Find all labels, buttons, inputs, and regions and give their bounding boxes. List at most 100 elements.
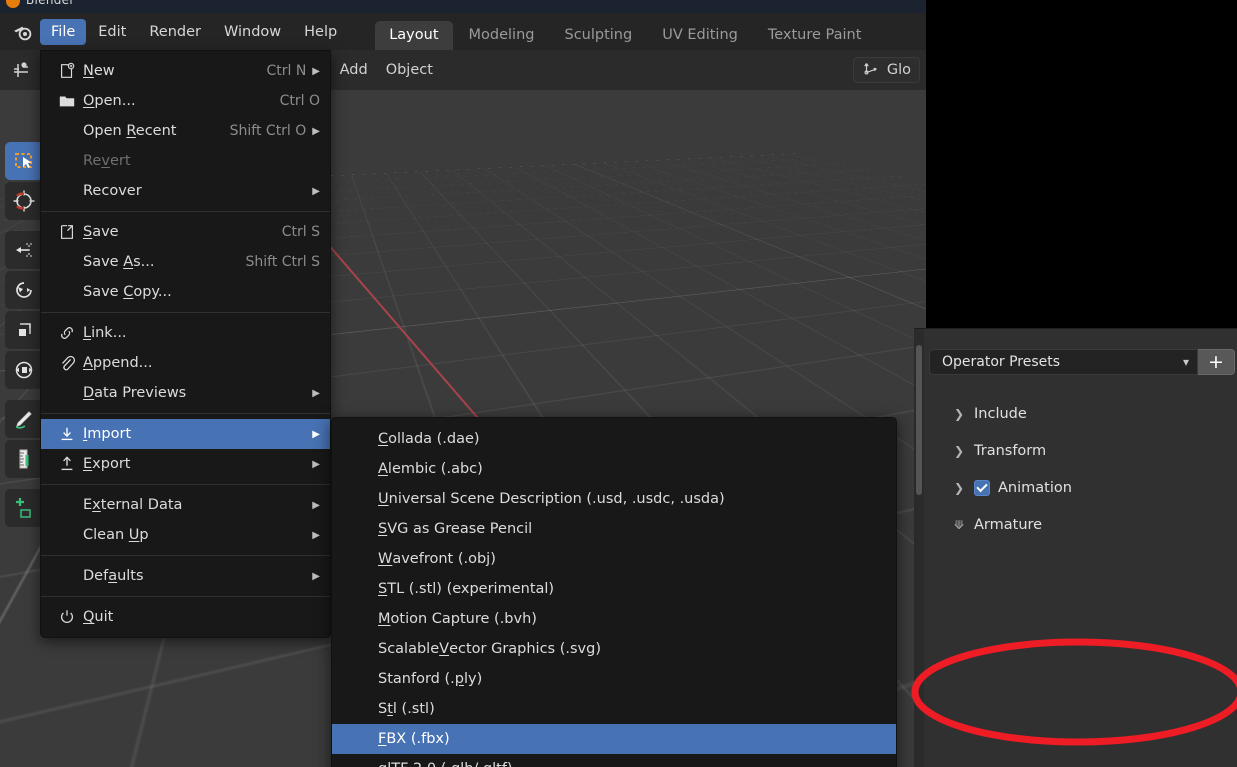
menu-item-append[interactable]: Append...: [41, 348, 330, 378]
menu-render[interactable]: Render: [138, 19, 212, 45]
menu-item-link[interactable]: Link...: [41, 318, 330, 348]
tab-sculpting[interactable]: Sculpting: [550, 21, 646, 50]
import-item-stanford-ply[interactable]: Stanford (. p ly): [332, 664, 896, 694]
operator-presets-dropdown[interactable]: Operator Presets ▾: [929, 349, 1198, 375]
menu-item-revert-label: Revert: [83, 153, 131, 169]
menu-item-open-label: Open...: [83, 93, 136, 109]
section-animation-label: Animation: [998, 480, 1072, 496]
import-item-collada[interactable]: Collada (.dae): [332, 424, 896, 454]
menu-separator: [41, 484, 330, 485]
menu-item-new-shortcut: Ctrl N: [266, 63, 307, 79]
menu-item-import[interactable]: Import ▶: [41, 419, 330, 449]
menu-item-new[interactable]: New Ctrl N ▶: [41, 56, 330, 86]
tool-transform[interactable]: [5, 351, 43, 389]
menu-item-save[interactable]: Save Ctrl S: [41, 217, 330, 247]
menu-item-recover[interactable]: Recover ▶: [41, 176, 330, 206]
menu-item-data-previews-label: Data Previews: [83, 385, 187, 401]
viewport-menu-add[interactable]: Add: [331, 58, 377, 82]
section-animation[interactable]: ❯ Animation: [954, 475, 1237, 501]
import-item-svg-grease-pencil[interactable]: S VG as Grease Pencil: [332, 514, 896, 544]
import-item-gltf[interactable]: glTF 2.0 (.glb/.gltf): [332, 754, 896, 767]
menu-item-append-label: Append...: [83, 355, 153, 371]
export-up-arrow-icon: [51, 455, 83, 473]
tab-modeling[interactable]: Modeling: [455, 21, 549, 50]
menu-item-save-copy[interactable]: Save Copy...: [41, 277, 330, 307]
tab-uv-editing[interactable]: UV Editing: [648, 21, 752, 50]
submenu-arrow-icon: ▶: [312, 387, 320, 399]
menu-item-save-as-shortcut: Shift Ctrl S: [245, 254, 320, 270]
submenu-arrow-icon: ▶: [312, 458, 320, 470]
blender-logo-icon: [6, 0, 20, 8]
import-item-wavefront-obj[interactable]: Wavefront (.obj): [332, 544, 896, 574]
transform-orientation-icon: [862, 59, 880, 81]
workspace-tabs: Layout Modeling Sculpting UV Editing Tex…: [375, 13, 877, 50]
viewport-menu-object[interactable]: Object: [377, 58, 442, 82]
paperclip-icon: [51, 354, 83, 372]
blank-black-region: [926, 0, 1237, 328]
menu-item-open-recent[interactable]: Open Recent Shift Ctrl O ▶: [41, 116, 330, 146]
panel-scrollbar-thumb[interactable]: [916, 345, 922, 495]
menu-item-clean-up-label: Clean Up: [83, 527, 149, 543]
menu-separator: [41, 413, 330, 414]
menu-item-save-as[interactable]: Save As... Shift Ctrl S: [41, 247, 330, 277]
import-item-stl[interactable]: Stl (.stl): [332, 694, 896, 724]
import-item-motion-capture-bvh[interactable]: Motion Capture (.bvh): [332, 604, 896, 634]
tool-cursor[interactable]: [5, 182, 43, 220]
import-item-usd[interactable]: Universal Scene Description (.usd, .usdc…: [332, 484, 896, 514]
menu-item-open-recent-label: Open Recent: [83, 123, 177, 139]
editor-type-icon[interactable]: [6, 57, 36, 83]
power-icon: [51, 608, 83, 626]
tab-texture-paint[interactable]: Texture Paint: [754, 21, 876, 50]
menu-separator: [41, 211, 330, 212]
tool-measure[interactable]: [5, 440, 43, 478]
animation-checkbox[interactable]: [974, 480, 990, 496]
tab-layout[interactable]: Layout: [375, 21, 453, 50]
blender-window: Blender File Edit Render Window Help Lay…: [0, 0, 1237, 767]
tool-annotate[interactable]: [5, 400, 43, 438]
import-item-svg[interactable]: Scalable Vector Graphics (.svg): [332, 634, 896, 664]
section-transform[interactable]: ❯ Transform: [954, 438, 1237, 464]
chevron-right-icon: ❯: [954, 444, 965, 458]
menu-item-export-label: Export: [83, 456, 131, 472]
menu-window[interactable]: Window: [213, 19, 292, 45]
menu-item-data-previews[interactable]: Data Previews ▶: [41, 378, 330, 408]
blender-app-icon[interactable]: [6, 15, 40, 49]
menu-item-open[interactable]: Open... Ctrl O: [41, 86, 330, 116]
chevron-right-icon: ❯: [954, 481, 965, 495]
menu-item-external-data[interactable]: External Data ▶: [41, 490, 330, 520]
submenu-arrow-icon: ▶: [312, 570, 320, 582]
folder-open-icon: [51, 92, 83, 110]
menu-edit[interactable]: Edit: [87, 19, 137, 45]
menu-item-new-label: New: [83, 63, 115, 79]
import-item-alembic[interactable]: Alembic (.abc): [332, 454, 896, 484]
tool-tweak-select-box[interactable]: [5, 142, 43, 180]
section-include[interactable]: ❯ Include: [954, 401, 1237, 427]
menu-help[interactable]: Help: [293, 19, 348, 45]
operator-presets-value: Operator Presets: [942, 354, 1061, 370]
panel-scrollbar[interactable]: [914, 329, 924, 767]
menu-item-defaults[interactable]: Defaults ▶: [41, 561, 330, 591]
menu-item-export[interactable]: Export ▶: [41, 449, 330, 479]
import-item-stl-experimental[interactable]: S TL (.stl) (experimental): [332, 574, 896, 604]
menu-file[interactable]: File: [40, 18, 87, 45]
menu-item-open-shortcut: Ctrl O: [279, 93, 320, 109]
menu-item-clean-up[interactable]: Clean Up ▶: [41, 520, 330, 550]
submenu-arrow-icon: ▶: [312, 428, 320, 440]
submenu-arrow-icon: ▶: [312, 185, 320, 197]
tool-scale[interactable]: [5, 311, 43, 349]
submenu-arrow-icon: ▶: [312, 529, 320, 541]
submenu-arrow-icon: ▶: [312, 125, 320, 137]
menu-item-external-data-label: External Data: [83, 497, 183, 513]
save-icon: [51, 223, 83, 241]
menu-item-revert: Revert: [41, 146, 330, 176]
tool-add-cube[interactable]: [5, 489, 43, 527]
file-menu-dropdown: New Ctrl N ▶ Open... Ctrl O Open Recent …: [40, 50, 331, 638]
tool-move[interactable]: [5, 231, 43, 269]
tool-rotate[interactable]: [5, 271, 43, 309]
import-item-fbx[interactable]: F BX (.fbx): [332, 724, 896, 754]
menu-item-quit[interactable]: Quit: [41, 602, 330, 632]
import-options-panel: Operator Presets ▾ + ❯ Include ❯ Transfo…: [914, 328, 1237, 767]
add-preset-button[interactable]: +: [1198, 349, 1235, 375]
transform-orientation-dropdown[interactable]: Glo: [852, 57, 920, 83]
section-armature[interactable]: ⟱ Armature: [954, 512, 1237, 538]
